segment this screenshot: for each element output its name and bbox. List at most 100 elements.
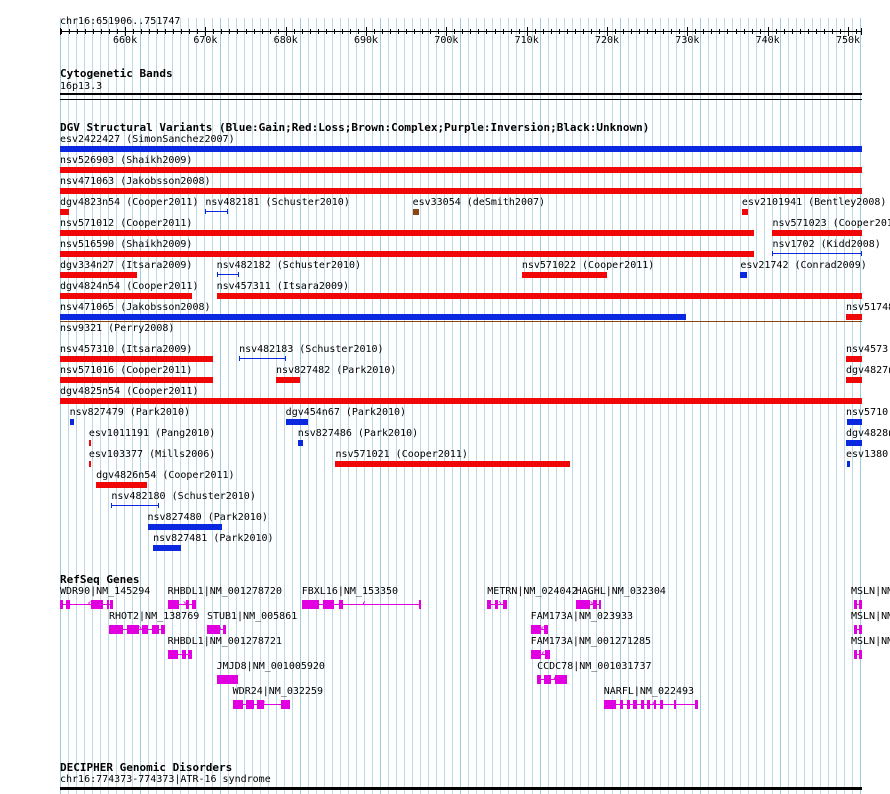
gene-label[interactable]: METRN|NM_024042 — [487, 586, 577, 597]
ruler-tick-label: 660k — [113, 35, 138, 46]
grid-line — [300, 18, 301, 794]
dgv-feature-label[interactable]: nsv827482 (Park2010) — [276, 365, 396, 376]
gene-label[interactable]: WDR24|NM_032259 — [233, 686, 323, 697]
dgv-feature-bar — [847, 419, 862, 425]
dgv-feature-bar — [297, 440, 304, 446]
ruler-tick — [558, 29, 560, 34]
dgv-feature-label[interactable]: dgv4823n54 (Cooper2011) — [60, 197, 198, 208]
dgv-feature-label[interactable]: nsv516590 (Shaikh2009) — [60, 239, 192, 250]
dgv-feature-label[interactable]: nsv482180 (Schuster2010) — [111, 491, 256, 502]
dgv-feature-label[interactable]: dgv4825n54 (Cooper2011) — [60, 386, 198, 397]
dgv-feature-label[interactable]: nsv571012 (Cooper2011) — [60, 218, 192, 229]
decipher-feature-bar[interactable] — [60, 787, 862, 790]
dgv-feature-label[interactable]: esv103377 (Mills2006) — [89, 449, 215, 460]
dgv-feature-label[interactable]: nsv9321 (Perry2008) — [60, 323, 174, 334]
dgv-feature-label[interactable]: nsv526903 (Shaikh2009) — [60, 155, 192, 166]
decipher-feature-label[interactable]: chr16:774373-774373|ATR-16 syndrome — [60, 774, 271, 785]
gene-exon — [694, 700, 698, 709]
dgv-feature-label[interactable]: dgv4828n — [846, 428, 890, 439]
dgv-feature-label[interactable]: esv2101941 (Bentley2008) — [742, 197, 887, 208]
dgv-feature-label[interactable]: esv1011191 (Pang2010) — [89, 428, 215, 439]
ruler-tick — [582, 29, 584, 34]
gene-label[interactable]: CCDC78|NM_001031737 — [537, 661, 651, 672]
refseq-track-title[interactable]: RefSeq Genes — [60, 574, 139, 586]
grid-line — [244, 18, 245, 794]
dgv-feature-label[interactable]: nsv457311 (Itsara2009) — [217, 281, 349, 292]
ruler-tick — [382, 29, 384, 34]
dgv-feature-label[interactable]: esv1380 — [846, 449, 888, 460]
dgv-feature-label[interactable]: nsv457310 (Itsara2009) — [60, 344, 192, 355]
ruler-tick — [735, 29, 737, 34]
gene-label[interactable]: FBXL16|NM_153350 — [302, 586, 398, 597]
dgv-feature-label[interactable]: dgv454n67 (Park2010) — [286, 407, 406, 418]
dgv-feature-bar — [335, 461, 571, 467]
gene-label[interactable]: MSLN|NM — [851, 586, 890, 597]
gene-label[interactable]: HAGHL|NM_032304 — [576, 586, 666, 597]
dgv-feature-label[interactable]: nsv827481 (Park2010) — [153, 533, 273, 544]
dgv-feature-end — [284, 356, 286, 361]
gene-exon — [598, 600, 602, 609]
dgv-feature-label[interactable]: esv2422427 (SimonSanchez2007) — [60, 134, 235, 145]
ruler-tick — [173, 29, 175, 34]
grid-line — [460, 18, 461, 794]
gene-label[interactable]: MSLN|NM — [851, 611, 890, 622]
grid-line — [636, 18, 637, 794]
dgv-feature-label[interactable]: nsv51748 — [846, 302, 890, 313]
dgv-feature-label[interactable]: nsv827479 (Park2010) — [70, 407, 190, 418]
grid-line — [724, 18, 725, 794]
dgv-feature-label[interactable]: dgv4826n54 (Cooper2011) — [96, 470, 234, 481]
ruler-tick-label: 710k — [514, 35, 539, 46]
gene-label[interactable]: MSLN|NM — [851, 636, 890, 647]
ruler-tick — [679, 29, 681, 34]
gene-label[interactable]: JMJD8|NM_001005920 — [217, 661, 325, 672]
gene-label[interactable]: RHOT2|NM_138769 — [109, 611, 199, 622]
dgv-feature-label[interactable]: nsv571023 (Cooper2011) — [772, 218, 890, 229]
dgv-feature-label[interactable]: dgv4827n — [846, 365, 890, 376]
gene-label[interactable]: FAM173A|NM_023933 — [531, 611, 633, 622]
grid-line — [772, 18, 773, 794]
dgv-feature-bar — [60, 146, 862, 152]
dgv-feature-label[interactable]: nsv827486 (Park2010) — [298, 428, 418, 439]
dgv-feature-bar — [60, 293, 192, 299]
dgv-feature-label[interactable]: nsv571021 (Cooper2011) — [335, 449, 467, 460]
dgv-feature-label[interactable]: nsv471065 (Jakobsson2008) — [60, 302, 211, 313]
dgv-feature-label[interactable]: nsv471063 (Jakobsson2008) — [60, 176, 211, 187]
dgv-feature-label[interactable]: nsv571016 (Cooper2011) — [60, 365, 192, 376]
dgv-feature-label[interactable]: nsv1702 (Kidd2008) — [772, 239, 880, 250]
strand-forward-icon: › — [857, 648, 864, 659]
dgv-feature-label[interactable]: esv21742 (Conrad2009) — [740, 260, 866, 271]
dgv-feature-label[interactable]: nsv482181 (Schuster2010) — [205, 197, 350, 208]
grid-line — [428, 18, 429, 794]
dgv-feature-label[interactable]: nsv5710 — [846, 407, 888, 418]
strand-reverse-icon: ‹ — [650, 698, 657, 709]
gene-label[interactable]: STUB1|NM_005861 — [207, 611, 297, 622]
gene-label[interactable]: NARFL|NM_022493 — [604, 686, 694, 697]
gene-label[interactable]: RHBDL1|NM_001278720 — [168, 586, 282, 597]
ruler-arrow-left — [60, 28, 61, 35]
dgv-feature-label[interactable]: nsv571022 (Cooper2011) — [522, 260, 654, 271]
strand-reverse-icon: ‹ — [261, 698, 268, 709]
dgv-feature-label[interactable]: nsv482182 (Schuster2010) — [217, 260, 362, 271]
dgv-feature-label[interactable]: dgv4824n54 (Cooper2011) — [60, 281, 198, 292]
cytoband-track-title[interactable]: Cytogenetic Bands — [60, 68, 173, 80]
gene-label[interactable]: RHBDL1|NM_001278721 — [168, 636, 282, 647]
dgv-feature-label[interactable]: nsv827480 (Park2010) — [148, 512, 268, 523]
dgv-feature-bar — [96, 482, 147, 488]
strand-reverse-icon: ‹ — [361, 598, 368, 609]
dgv-track-title[interactable]: DGV Structural Variants (Blue:Gain;Red:L… — [60, 122, 649, 134]
decipher-track-title[interactable]: DECIPHER Genomic Disorders — [60, 762, 232, 774]
dgv-feature-bar — [205, 211, 228, 212]
ruler-tick — [76, 29, 78, 34]
dgv-feature-bar — [153, 545, 182, 551]
dgv-feature-label[interactable]: nsv482183 (Schuster2010) — [239, 344, 384, 355]
dgv-feature-label[interactable]: dgv334n27 (Itsara2009) — [60, 260, 192, 271]
gene-label[interactable]: FAM173A|NM_001271285 — [531, 636, 651, 647]
cytoband-bar[interactable] — [60, 93, 862, 95]
grid-line — [260, 18, 261, 794]
grid-line — [620, 18, 621, 794]
dgv-feature-label[interactable]: nsv4573 — [846, 344, 888, 355]
dgv-feature-label[interactable]: esv33054 (deSmith2007) — [413, 197, 545, 208]
grid-line — [716, 18, 717, 794]
gene-label[interactable]: WDR90|NM_145294 — [60, 586, 150, 597]
ruler-tick — [510, 29, 512, 34]
